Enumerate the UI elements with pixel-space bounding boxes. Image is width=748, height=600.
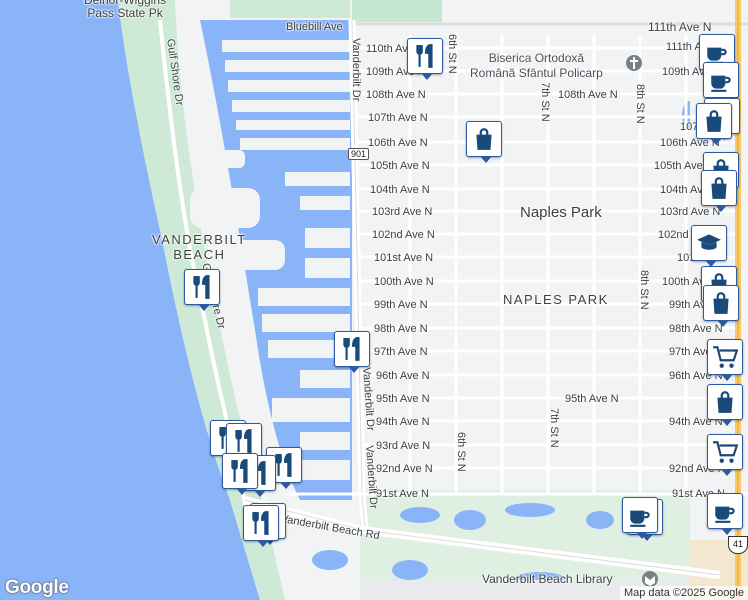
- school-marker[interactable]: [691, 225, 727, 267]
- church-label: Biserica Ortodoxă Română Sfântul Policar…: [470, 51, 603, 80]
- shopping-bag-icon: [476, 128, 492, 150]
- road-label-95th-mid: 95th Ave N: [565, 393, 619, 405]
- shopping-marker[interactable]: [696, 103, 732, 145]
- road-label-95th: 95th Ave N: [376, 393, 430, 405]
- road-label-97th: 97th Ave N: [374, 346, 428, 358]
- road-label-104th: 104th Ave N: [370, 184, 430, 196]
- shopping-cart-icon: [713, 346, 738, 368]
- road-label-8th-st-b: 8th St N: [638, 270, 650, 310]
- cafe-marker[interactable]: [703, 62, 739, 104]
- road-label-106th: 106th Ave N: [368, 137, 428, 149]
- road-label-111th: 111th Ave N: [648, 20, 712, 34]
- neighborhood-label-naples-park: Naples Park: [520, 204, 602, 221]
- road-label-93rd: 93rd Ave N: [376, 440, 431, 452]
- road-label-6th-st-b: 6th St N: [455, 432, 467, 472]
- park-label: Delnor-Wiggins Pass State Pk: [84, 0, 167, 20]
- road-label-107th: 107th Ave N: [368, 112, 428, 124]
- library-label: Vanderbilt Beach Library: [482, 572, 613, 586]
- restaurant-marker[interactable]: [184, 269, 220, 311]
- road-label-108th: 108th Ave N: [366, 89, 426, 101]
- restaurant-marker[interactable]: [407, 38, 443, 80]
- fork-knife-icon: [343, 337, 360, 361]
- road-label-100th: 100th Ave N: [374, 276, 434, 288]
- road-label-bluebill: Bluebill Ave: [286, 21, 343, 33]
- map-attribution: Map data ©2025 Google: [619, 586, 748, 600]
- area-label-naples-park: NAPLES PARK: [503, 292, 609, 307]
- area-label-vanderbilt-beach: VANDERBILT BEACH: [152, 232, 247, 262]
- cafe-marker[interactable]: [622, 497, 658, 539]
- shopping-bag-icon: [717, 391, 733, 413]
- fork-knife-icon: [231, 459, 248, 483]
- road-label-r103: 103rd Ave N: [660, 206, 721, 218]
- grocery-marker[interactable]: [707, 434, 743, 476]
- google-logo: Google: [5, 577, 69, 598]
- road-label-7th-st-a: 7th St N: [539, 82, 551, 122]
- road-label-92nd: 92nd Ave N: [376, 463, 433, 475]
- shopping-bag-icon: [706, 110, 722, 132]
- road-label-103rd: 103rd Ave N: [372, 206, 433, 218]
- coffee-cup-icon: [711, 75, 731, 92]
- road-label-vanderbilt-dr-1: Vanderbilt Dr: [350, 38, 362, 102]
- fork-knife-icon: [235, 429, 252, 453]
- shopping-marker[interactable]: [703, 285, 739, 327]
- shopping-bag-icon: [711, 177, 727, 199]
- road-label-91st: 91st Ave N: [376, 488, 429, 500]
- road-label-102nd: 102nd Ave N: [372, 229, 435, 241]
- road-label-105th: 105th Ave N: [370, 160, 430, 172]
- road-label-96th: 96th Ave N: [376, 370, 430, 382]
- road-label-94th: 94th Ave N: [376, 416, 430, 428]
- shopping-cart-icon: [713, 441, 738, 463]
- road-label-98th: 98th Ave N: [374, 323, 428, 335]
- fork-knife-icon: [193, 275, 210, 299]
- road-label-6th-st-a: 6th St N: [446, 34, 458, 74]
- restaurant-marker[interactable]: [222, 453, 258, 495]
- restaurant-marker[interactable]: [334, 331, 370, 373]
- graduation-cap-icon: [697, 234, 721, 250]
- road-label-7th-st-b: 7th St N: [548, 408, 560, 448]
- fork-knife-icon: [252, 511, 269, 535]
- coffee-cup-icon: [630, 510, 650, 527]
- road-label-99th: 99th Ave N: [374, 299, 428, 311]
- road-label-r98: 98th Ave N: [669, 323, 723, 335]
- restaurant-marker[interactable]: [243, 505, 279, 547]
- shopping-marker[interactable]: [707, 384, 743, 426]
- road-label-8th-st-a: 8th St N: [634, 84, 646, 124]
- road-label-101st: 101st Ave N: [374, 252, 434, 264]
- coffee-cup-icon: [715, 506, 735, 523]
- road-label-108th-mid: 108th Ave N: [558, 89, 618, 101]
- cafe-marker[interactable]: [707, 493, 743, 535]
- fork-knife-icon: [416, 44, 433, 68]
- route-41-shield: 41: [728, 536, 748, 554]
- grocery-marker[interactable]: [707, 339, 743, 381]
- route-901-shield: 901: [348, 148, 370, 160]
- shopping-marker[interactable]: [701, 170, 737, 212]
- shopping-bag-icon: [713, 292, 729, 314]
- shopping-marker[interactable]: [466, 121, 502, 163]
